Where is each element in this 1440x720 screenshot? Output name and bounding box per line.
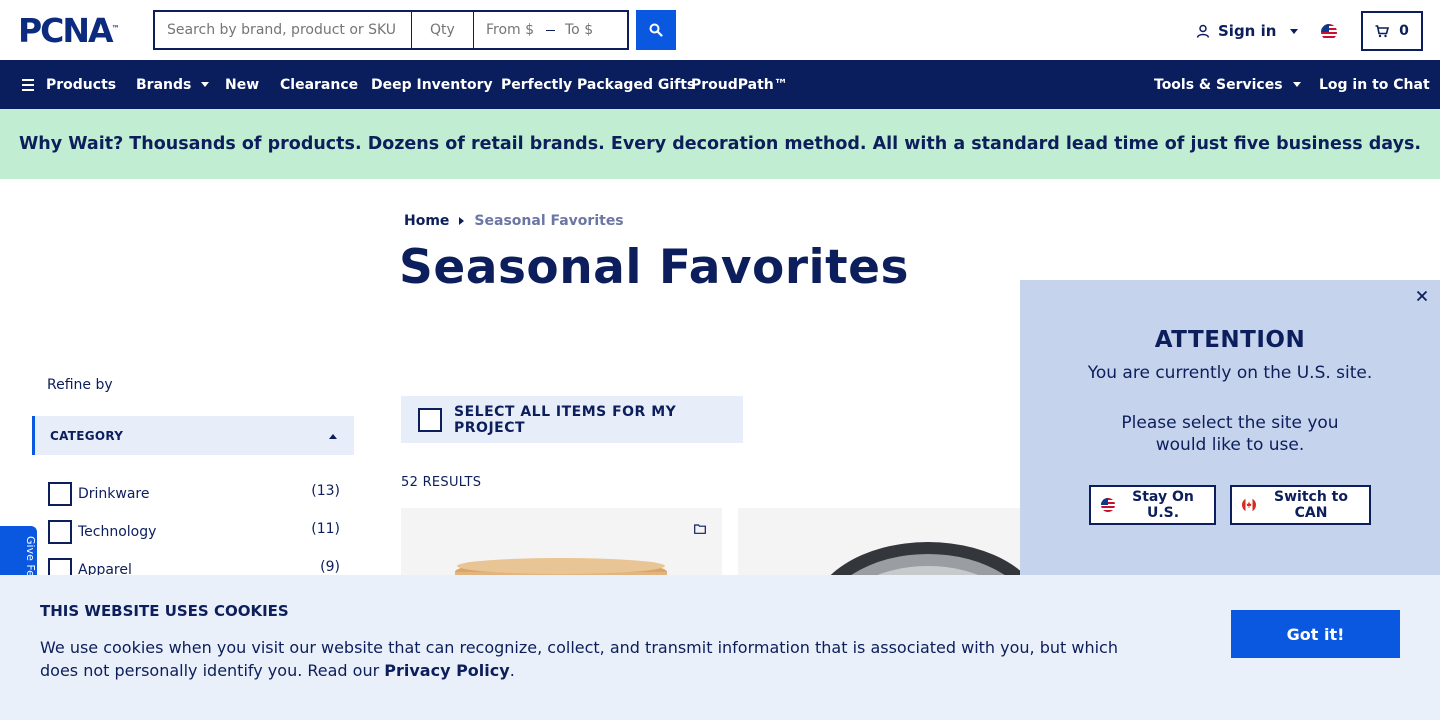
price-range	[473, 10, 629, 50]
nav-tools-label: Tools & Services	[1154, 76, 1283, 93]
nav-chat-login[interactable]: Log in to Chat	[1319, 60, 1430, 109]
us-flag-icon[interactable]	[1321, 24, 1337, 40]
folder-icon[interactable]	[694, 524, 706, 534]
nav-gifts[interactable]: Perfectly Packaged Gifts	[501, 60, 695, 109]
sign-in-label: Sign in	[1218, 22, 1277, 40]
nav-products[interactable]: Products	[22, 60, 116, 109]
user-icon	[1196, 24, 1210, 38]
select-all-label: SELECT ALL ITEMS FOR MY PROJECT	[454, 403, 677, 436]
stay-us-label: Stay On U.S.	[1132, 489, 1194, 521]
cookie-banner: THIS WEBSITE USES COOKIES We use cookies…	[0, 575, 1440, 720]
category-header-label: CATEGORY	[50, 428, 124, 443]
category-label: Technology	[78, 524, 157, 540]
nav-brands[interactable]: Brands	[136, 60, 210, 109]
us-flag-icon	[1101, 498, 1115, 512]
canada-flag-icon	[1242, 498, 1256, 512]
price-to-input[interactable]	[565, 22, 615, 38]
chevron-right-icon	[459, 217, 465, 225]
stay-us-button[interactable]: Stay On U.S.	[1089, 485, 1216, 525]
promo-text: Why Wait? Thousands of products. Dozens …	[18, 134, 1422, 154]
popup-title: ATTENTION	[1154, 327, 1306, 353]
menu-icon	[22, 78, 34, 91]
breadcrumb: Home Seasonal Favorites	[404, 213, 624, 229]
chevron-down-icon	[1290, 28, 1299, 34]
nav-brands-label: Brands	[136, 76, 192, 93]
close-icon	[1416, 290, 1428, 302]
chevron-down-icon	[1292, 82, 1301, 87]
refine-label: Refine by	[47, 377, 113, 393]
category-count: (11)	[311, 521, 340, 537]
pcna-logo[interactable]: PCNA™	[18, 14, 136, 48]
sign-in-button[interactable]: Sign in	[1196, 20, 1299, 42]
promo-banner: Why Wait? Thousands of products. Dozens …	[0, 109, 1440, 179]
popup-select-prompt: Please select the site you would like to…	[1121, 413, 1339, 455]
logo-text: PCNA	[18, 11, 114, 50]
cart-count: 0	[1399, 23, 1409, 39]
cookie-period: .	[509, 661, 515, 680]
price-from-input[interactable]	[486, 22, 536, 38]
nav-new[interactable]: New	[225, 60, 259, 109]
cart-button[interactable]: 0	[1361, 11, 1423, 51]
checkbox[interactable]	[48, 520, 72, 544]
switch-can-button[interactable]: Switch to CAN	[1230, 485, 1371, 525]
popup-current-site: You are currently on the U.S. site.	[1087, 363, 1373, 383]
select-all-bar[interactable]: SELECT ALL ITEMS FOR MY PROJECT	[401, 396, 743, 443]
nav-clearance[interactable]: Clearance	[280, 60, 358, 109]
page-title: Seasonal Favorites	[399, 240, 909, 295]
category-label: Drinkware	[78, 486, 150, 502]
top-bar: PCNA™ Sign in	[0, 0, 1440, 60]
privacy-policy-link[interactable]: Privacy Policy	[384, 661, 509, 680]
qty-input[interactable]	[411, 10, 473, 50]
switch-can-label: Switch to CAN	[1274, 489, 1348, 521]
nav-products-label: Products	[46, 76, 117, 93]
region-popup: ATTENTION You are currently on the U.S. …	[1020, 280, 1440, 600]
search-group	[153, 10, 629, 50]
breadcrumb-current: Seasonal Favorites	[474, 213, 624, 229]
cookie-body: We use cookies when you visit our websit…	[40, 636, 1130, 682]
results-count: 52 RESULTS	[401, 475, 482, 490]
nav-tools-services[interactable]: Tools & Services	[1154, 60, 1301, 109]
price-range-dash	[546, 29, 555, 31]
search-icon	[649, 23, 663, 37]
accept-cookies-button[interactable]: Got it!	[1231, 610, 1400, 658]
checkbox[interactable]	[48, 482, 72, 506]
select-all-checkbox[interactable]	[418, 407, 442, 432]
cookie-text: We use cookies when you visit our websit…	[40, 638, 1118, 680]
cookie-heading: THIS WEBSITE USES COOKIES	[40, 602, 289, 620]
nav-deep-inventory[interactable]: Deep Inventory	[371, 60, 493, 109]
close-button[interactable]	[1415, 290, 1429, 304]
logo-trademark: ™	[111, 24, 120, 33]
category-item-drinkware[interactable]: Drinkware (13)	[48, 482, 340, 506]
category-filter-header[interactable]: CATEGORY	[32, 416, 354, 455]
nav-proudpath[interactable]: ProudPath™	[691, 60, 788, 109]
chevron-down-icon	[201, 82, 210, 87]
search-button[interactable]	[636, 10, 676, 50]
breadcrumb-home[interactable]: Home	[404, 213, 449, 229]
search-input[interactable]	[153, 10, 411, 50]
category-count: (9)	[320, 559, 340, 575]
category-count: (13)	[311, 483, 340, 499]
main-nav: Products Brands New Clearance Deep Inven…	[0, 60, 1440, 109]
chevron-up-icon	[329, 434, 337, 439]
cart-icon	[1375, 24, 1390, 37]
category-item-technology[interactable]: Technology (11)	[48, 520, 340, 544]
